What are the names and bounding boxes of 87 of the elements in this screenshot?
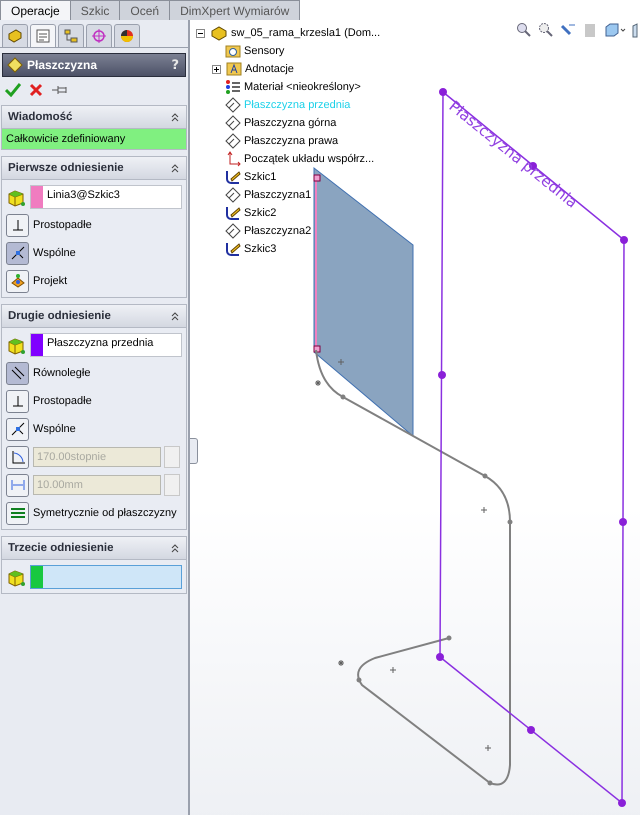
section-title: Wiadomość [8,111,74,123]
tree-expander[interactable] [196,28,205,38]
section-title: Trzecie odniesienie [8,542,114,554]
option-toggle-button[interactable] [6,214,29,236]
view-orientation-icon [604,22,626,38]
configuration-icon [63,28,79,44]
command-tab[interactable]: Operacje [0,0,71,21]
tree-item[interactable]: Szkic3 [244,243,276,255]
panel-collapse-handle[interactable] [190,438,198,464]
coincident-icon [10,245,26,261]
collapse-chevron-icon [170,543,180,553]
tree-item[interactable]: Materiał <nieokreślony> [244,81,361,93]
distance-icon [10,477,26,493]
option-label: Prostopadłe [33,219,92,231]
tree-item[interactable]: Początek układu współrz... [244,153,374,165]
origin-icon [225,151,241,167]
plane-icon [225,133,241,149]
selection-field[interactable]: Płaszczyzna przednia [30,333,182,357]
collapse-chevron-icon [170,163,180,173]
tree-item[interactable]: Szkic1 [244,171,276,183]
option-toggle-button[interactable] [6,390,29,412]
tree-item[interactable]: Płaszczyzna2 [244,225,312,237]
sketch-icon [225,169,241,185]
tree-item[interactable]: Płaszczyzna górna [244,117,336,129]
material-icon [225,79,241,95]
sketch-icon [225,205,241,221]
color-ball-icon [119,28,135,44]
panel-tab[interactable] [30,24,56,47]
part-icon [7,28,23,44]
section-title: Drugie odniesienie [8,310,112,322]
zoom-area-icon [538,22,554,38]
angle-icon [10,449,26,465]
plane-icon [225,223,241,239]
crosshair-icon [91,28,107,44]
help-button[interactable]: ? [171,58,179,72]
symmetric-icon [10,505,26,521]
projection-icon [10,273,26,289]
selection-value: Linia3@Szkic3 [46,188,121,203]
plane-icon [225,97,241,113]
command-tab[interactable]: Oceń [119,0,170,21]
tree-item[interactable]: Sensory [244,45,284,57]
tree-item[interactable]: Adnotacje [245,63,294,75]
plane-icon [225,115,241,131]
selection-field[interactable]: Linia3@Szkic3 [30,185,182,209]
ok-check-icon[interactable] [5,83,21,97]
command-tab[interactable]: DimXpert Wymiarów [169,0,300,21]
option-toggle-button[interactable] [6,242,29,264]
option-label: Symetrycznie od płaszczyzny [33,507,177,519]
tree-item[interactable]: Płaszczyzna prawa [244,135,338,147]
parallel-icon [10,365,26,381]
cancel-x-icon[interactable] [29,83,43,97]
assembly-icon [210,25,228,41]
property-title: Płaszczyzna [27,58,98,72]
panel-tab[interactable] [2,24,28,47]
tree-item[interactable]: Szkic2 [244,207,276,219]
tree-item[interactable]: Płaszczyzna1 [244,189,312,201]
coincident-icon [10,421,26,437]
section-title: Pierwsze odniesienie [8,162,125,174]
option-label: Wspólne [33,423,76,435]
panel-tab[interactable] [58,24,84,47]
pin-icon[interactable] [51,84,69,96]
panel-tab[interactable] [114,24,140,47]
option-label: Równoległe [33,367,90,379]
sketch-icon [225,241,241,257]
option-toggle-button[interactable] [6,362,29,384]
collapse-chevron-icon [170,112,180,122]
status-message: Całkowicie zdefiniowany [2,129,186,149]
plane-icon [7,57,23,73]
annotation-folder-icon [226,61,242,77]
plane-icon [225,187,241,203]
display-style-icon [632,22,640,38]
option-icon-button[interactable] [6,446,29,468]
option-toggle-button[interactable] [6,270,29,292]
option-toggle-button[interactable] [6,418,29,440]
option-label: Wspólne [33,247,76,259]
collapse-chevron-icon [170,311,180,321]
sensor-folder-icon [225,43,241,59]
zoom-fit-icon [516,22,532,38]
tree-root-label[interactable]: sw_05_rama_krzesla1 (Dom... [231,27,380,39]
option-toggle-button[interactable] [6,502,29,524]
selection-field[interactable] [30,565,182,589]
command-tab[interactable]: Szkic [70,0,120,21]
property-sheet-icon [35,28,51,44]
option-label: Prostopadłe [33,395,92,407]
option-label: Projekt [33,275,68,287]
tree-expander[interactable] [212,64,221,74]
selection-value: Płaszczyzna przednia [46,336,154,351]
